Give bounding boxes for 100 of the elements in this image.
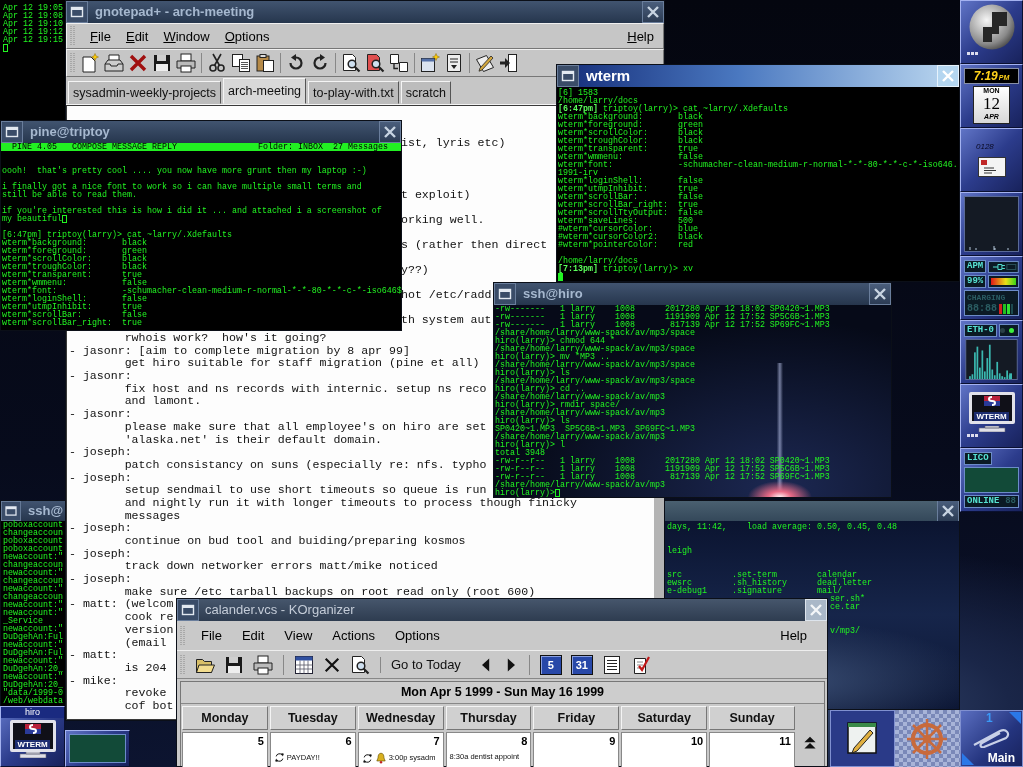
close-button[interactable] [642, 1, 664, 23]
workspace-tile[interactable]: 1 Main [960, 710, 1023, 767]
terminal-line: DuDgehAn:20_ [3, 665, 63, 673]
window-title-bar[interactable]: calander.vcs - KOrganizer [177, 599, 827, 621]
column-header[interactable]: Friday [533, 706, 620, 730]
notepad-pencil-icon[interactable] [830, 710, 895, 767]
window-title-bar[interactable]: ssh@hiro [494, 283, 891, 305]
grip-icon[interactable] [70, 52, 75, 74]
tray-icon[interactable] [104, 53, 124, 73]
day-cell[interactable]: 5 [182, 732, 268, 767]
terminal-line: wterm*scrollColor: black [558, 129, 703, 137]
column-header[interactable]: Monday [182, 706, 268, 730]
terminal-line: -rw------- 1 larry 1008 2017280 Apr 12 18:02 SP0420~1.MP3 [495, 305, 830, 313]
documents-icon[interactable] [231, 53, 251, 73]
terminal-line: Apr 12 19:10 [3, 20, 63, 28]
window-title-bar[interactable]: gnotepad+ - arch-meeting [66, 1, 664, 23]
menu-item[interactable]: Options [224, 28, 270, 44]
modem-status: ONLINE [967, 496, 1000, 507]
double-arrow-up-icon[interactable] [803, 736, 818, 750]
terminal-line: e-debug1 .signature mail/ [667, 587, 842, 595]
grip-icon[interactable] [180, 624, 185, 647]
column-header[interactable]: Saturday [621, 706, 708, 730]
close-button[interactable] [379, 121, 401, 143]
day-cell[interactable]: 10 [621, 732, 708, 767]
menu-item[interactable]: Edit [231, 628, 275, 643]
terminal-line: hiro(larry)> l [495, 441, 565, 449]
corner-arrow-icon[interactable] [962, 752, 974, 765]
terminal-line: _Service [3, 617, 43, 625]
window-menu-icon[interactable] [66, 1, 88, 23]
window-title: pine@triptoy [29, 123, 111, 141]
printer-icon[interactable] [176, 53, 196, 73]
calendar-view-button[interactable]: 5 [539, 654, 562, 675]
list-document-icon[interactable] [601, 654, 622, 675]
tab[interactable]: to-play-with.txt [308, 81, 399, 104]
cross-icon[interactable] [323, 655, 341, 674]
window-menu-icon[interactable] [494, 283, 516, 305]
document-search-icon[interactable] [341, 53, 361, 73]
swirl-logo-icon [983, 396, 1000, 406]
exit-door-icon[interactable] [499, 53, 519, 73]
dock-tile[interactable] [960, 0, 1023, 64]
terminal-line: days, 11:42, load average: 0.50, 0.45, 0.48 [667, 523, 897, 531]
text-line: revoke [124, 687, 167, 700]
battery-label: APM [964, 260, 987, 273]
menu-item[interactable]: Help [627, 28, 654, 44]
column-header[interactable]: Thursday [445, 706, 532, 730]
document-icon[interactable] [444, 53, 464, 73]
grip-icon[interactable] [70, 25, 75, 47]
scissors-icon[interactable] [207, 53, 227, 73]
pencil-notes-icon[interactable] [475, 53, 495, 73]
column-header[interactable]: Sunday [709, 706, 795, 730]
sparkle-document-icon[interactable] [80, 53, 100, 73]
close-button[interactable] [869, 283, 891, 305]
window-menu-icon[interactable] [177, 599, 199, 621]
column-header[interactable]: Wednesday [357, 706, 444, 730]
terminal-line: DuDgehAn:Ful [3, 633, 63, 641]
window-title-bar[interactable]: wterm [557, 65, 959, 87]
menu-item[interactable]: Edit [125, 28, 149, 44]
tab[interactable]: arch-meeting [223, 78, 307, 104]
window-title-bar[interactable]: pine@triptoy [1, 121, 401, 143]
status-text: Folder: INBOX 27 Messages [258, 143, 388, 151]
close-button[interactable] [937, 501, 959, 521]
status-text: PINE 4.05 COMPOSE MESSAGE REPLY [12, 143, 177, 151]
window-sparkle-icon[interactable] [420, 53, 440, 73]
menu-item[interactable]: File [90, 28, 111, 44]
launcher-tile[interactable]: hiro WTERM [0, 706, 65, 767]
day-cell[interactable]: 11 [709, 732, 795, 767]
menu-item[interactable]: View [274, 628, 323, 643]
document-search-icon[interactable] [350, 654, 370, 675]
menu-item[interactable]: Window [163, 28, 210, 44]
grip-icon[interactable] [180, 653, 185, 676]
menu-item[interactable]: Help [770, 628, 817, 643]
clipboard-icon[interactable] [255, 53, 275, 73]
terminal-line: -rw------- 1 larry 1008 1191909 Apr 12 17:52 SP5C6B~1.MP3 [495, 313, 830, 321]
terminal-line: DuDgehAn:20_ [3, 681, 63, 689]
terminal-line: /share/home/larry/www-spack/av/mp3/space [495, 361, 695, 369]
menu-item[interactable]: Actions [322, 628, 385, 643]
window-menu-icon[interactable] [557, 65, 579, 87]
menu-item[interactable]: File [185, 628, 232, 643]
menu-item[interactable]: Options [384, 628, 450, 643]
calendar-grid-icon[interactable] [294, 654, 314, 675]
launcher-tile[interactable]: WTERM [960, 384, 1023, 448]
printer-icon[interactable] [253, 654, 273, 675]
sphere-logo-icon[interactable] [968, 4, 1015, 50]
terminal-line: wterm*font: -schumacher-clean-medium-r-normal-*-*-80-*-*-c-*-iso646. [558, 161, 958, 169]
today-button[interactable]: Go to Today [391, 657, 469, 672]
documents-arrow-icon[interactable] [389, 53, 409, 73]
tab[interactable]: sysadmin-weekly-projects [68, 81, 222, 104]
calendar-view-button[interactable]: 31 [570, 654, 593, 675]
window-menu-icon[interactable] [1, 121, 23, 143]
day-cell[interactable]: 9 [533, 732, 620, 767]
terminal-line: Apr 12 19:12 [3, 28, 63, 36]
tab[interactable]: scratch [400, 81, 451, 104]
text-line: make sure /etc tarball backups on root read only (root 600) [124, 585, 536, 599]
column-header[interactable]: Tuesday [269, 706, 356, 730]
text-line: orking well. [401, 212, 485, 228]
window-menu-icon[interactable] [1, 501, 21, 521]
document-search-icon[interactable] [365, 53, 385, 73]
calendar-day: 12 [983, 95, 1000, 112]
corner-arrow-icon[interactable] [1009, 712, 1021, 724]
close-icon[interactable] [128, 53, 148, 73]
